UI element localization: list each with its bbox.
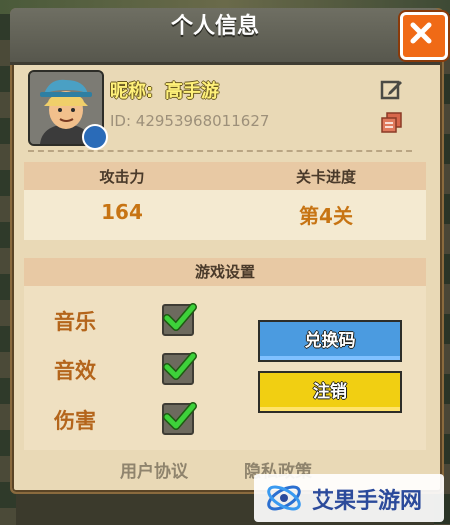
nickname-label: 昵称: [110, 81, 154, 102]
settings-title: 游戏设置 [24, 258, 426, 286]
panel-title: 个人信息 [170, 14, 259, 39]
watermark-text: 艾果手游网 [312, 489, 423, 514]
watermark-logo-icon [267, 485, 301, 511]
close-button[interactable] [400, 12, 448, 60]
divider [28, 150, 412, 152]
redeem-code-button[interactable]: 兑换码 [258, 320, 402, 362]
close-icon [410, 22, 432, 44]
check-icon [163, 352, 197, 380]
sound-effects-label: 音效 [54, 359, 96, 383]
check-icon [163, 303, 197, 331]
edit-icon[interactable] [380, 78, 404, 102]
progress-value: 第4关 [299, 204, 353, 228]
player-id: ID: 42953968011627 [110, 112, 270, 130]
damage-label: 伤害 [54, 409, 96, 433]
music-checkbox[interactable] [162, 303, 197, 336]
logout-button[interactable]: 注销 [258, 371, 402, 413]
attack-label: 攻击力 [99, 168, 145, 186]
avatar-badge-icon [82, 124, 108, 150]
music-label: 音乐 [54, 310, 96, 334]
user-agreement-link[interactable]: 用户协议 [120, 457, 188, 482]
attack-value: 164 [101, 200, 143, 224]
nickname-value: 高手游 [165, 81, 219, 102]
check-icon [163, 402, 197, 430]
sound-effects-checkbox[interactable] [162, 352, 197, 385]
progress-label: 关卡进度 [295, 168, 356, 186]
copy-icon[interactable] [380, 111, 404, 135]
damage-checkbox[interactable] [162, 402, 197, 435]
